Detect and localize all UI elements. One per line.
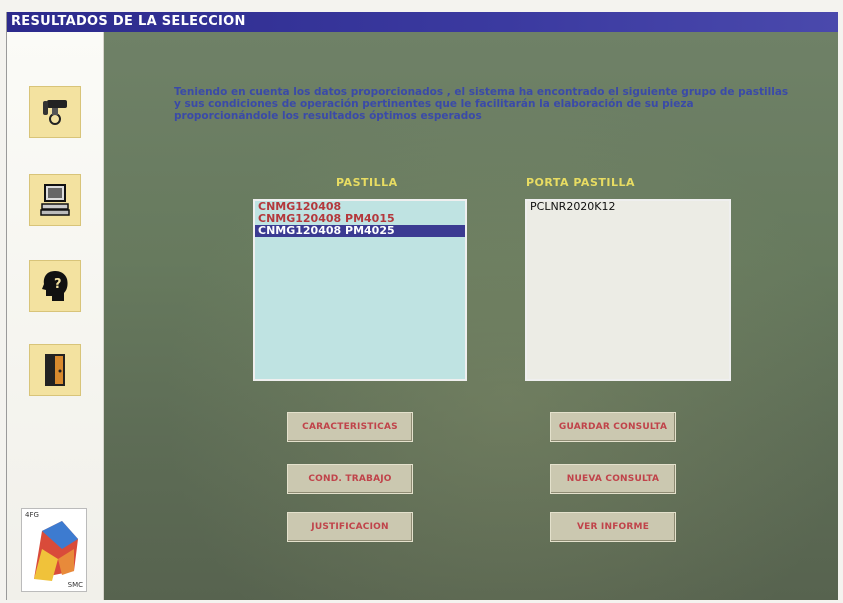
phone-icon: [43, 100, 67, 125]
intro-line-1: Teniendo en cuenta los datos proporciona…: [174, 86, 789, 98]
logo-text-bottom: SMC: [67, 581, 83, 589]
app-logo: 4FG SMC: [21, 508, 87, 592]
exit-door-icon: [45, 354, 65, 386]
computer-icon: [40, 184, 70, 216]
portapastilla-item[interactable]: PCLNR2020K12: [527, 201, 729, 213]
pastilla-listbox[interactable]: CNMG120408 CNMG120408 PM4015 CNMG120408 …: [253, 199, 467, 381]
exit-button[interactable]: [29, 344, 81, 396]
logo-text-top: 4FG: [25, 511, 39, 519]
phone-button[interactable]: [29, 86, 81, 138]
svg-text:?: ?: [54, 277, 62, 292]
computer-button[interactable]: [29, 174, 81, 226]
logo-graphic: [34, 521, 78, 581]
cond-trabajo-button[interactable]: COND. TRABAJO: [287, 464, 413, 494]
pastilla-item-selected[interactable]: CNMG120408 PM4025: [255, 225, 465, 237]
pastilla-label: PASTILLA: [336, 176, 398, 189]
intro-text: Teniendo en cuenta los datos proporciona…: [174, 86, 804, 122]
intro-line-3: proporcionándole los resultados óptimos …: [174, 110, 482, 122]
main-panel: Teniendo en cuenta los datos proporciona…: [104, 32, 838, 600]
help-head-icon: ?: [42, 271, 68, 301]
nueva-consulta-button[interactable]: NUEVA CONSULTA: [550, 464, 676, 494]
intro-line-2: y sus condiciones de operación pertinent…: [174, 98, 694, 110]
sidebar: ? 4FG SMC: [7, 32, 104, 600]
guardar-consulta-button[interactable]: GUARDAR CONSULTA: [550, 412, 676, 442]
ver-informe-button[interactable]: VER INFORME: [550, 512, 676, 542]
justificacion-button[interactable]: JUSTIFICACION: [287, 512, 413, 542]
portapastilla-label: PORTA PASTILLA: [526, 176, 635, 189]
window-title: RESULTADOS DE LA SELECCION: [7, 12, 838, 32]
portapastilla-listbox[interactable]: PCLNR2020K12: [525, 199, 731, 381]
caracteristicas-button[interactable]: CARACTERISTICAS: [287, 412, 413, 442]
results-window: RESULTADOS DE LA SELECCION ? 4FG SMC Ten…: [6, 12, 838, 600]
help-button[interactable]: ?: [29, 260, 81, 312]
